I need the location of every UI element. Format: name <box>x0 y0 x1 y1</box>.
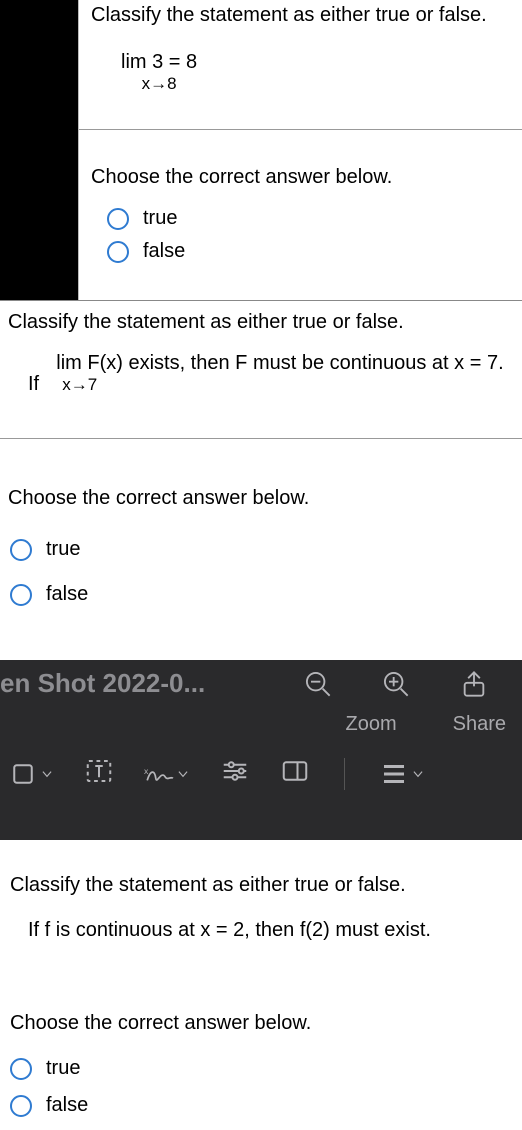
question-card-1: Classify the statement as either true or… <box>78 0 522 300</box>
stmt-top: lim F(x) exists, then F must be continuo… <box>56 352 503 375</box>
limit-expression: lim 3 = 8 x→8 <box>79 39 522 95</box>
signature-icon: x <box>144 759 174 789</box>
crop-icon <box>8 759 38 789</box>
separator <box>344 758 345 790</box>
chevron-down-icon <box>40 767 54 781</box>
limit-top: lim 3 = 8 <box>121 51 197 74</box>
statement: If f is continuous at x = 2, then f(2) m… <box>0 907 522 942</box>
radio-icon <box>107 241 129 263</box>
radio-icon <box>10 1095 32 1117</box>
zoom-label: Zoom <box>346 713 397 736</box>
share-button[interactable] <box>460 670 488 703</box>
signature-menu-button[interactable]: x <box>144 759 190 789</box>
limit-sub: x→8 <box>121 74 197 94</box>
question-card-2: Classify the statement as either true or… <box>0 300 522 660</box>
viewer-labels: Zoom Share <box>0 713 522 736</box>
adjust-tool-button[interactable] <box>220 756 250 791</box>
option-label: false <box>143 240 185 263</box>
option-true[interactable]: true <box>10 1057 522 1080</box>
zoom-in-icon <box>382 670 410 698</box>
option-label: false <box>46 1094 88 1117</box>
options-group: true false <box>79 207 522 263</box>
option-false[interactable]: false <box>107 240 522 263</box>
share-icon <box>460 670 488 698</box>
stmt-sub: x→7 <box>56 375 503 395</box>
question-prompt: Classify the statement as either true or… <box>0 870 522 907</box>
option-false[interactable]: false <box>10 1094 522 1117</box>
crop-menu-button[interactable] <box>8 759 54 789</box>
answer-prompt: Choose the correct answer below. <box>0 439 522 528</box>
statement: If lim F(x) exists, then F must be conti… <box>0 340 522 396</box>
layout-tool-button[interactable] <box>280 756 310 791</box>
hamburger-icon <box>379 759 409 789</box>
svg-text:x: x <box>144 766 149 776</box>
options-group: true false <box>0 1051 522 1117</box>
zoom-in-button[interactable] <box>382 670 410 703</box>
sidebar-icon <box>280 756 310 786</box>
answer-prompt: Choose the correct answer below. <box>79 130 522 207</box>
question-card-3: Classify the statement as either true or… <box>0 840 522 1130</box>
stmt-prefix: If <box>28 373 39 395</box>
option-true[interactable]: true <box>107 207 522 230</box>
option-label: true <box>46 1057 80 1080</box>
option-true[interactable]: true <box>10 538 522 561</box>
text-box-icon <box>84 756 114 786</box>
question-prompt: Classify the statement as either true or… <box>79 0 522 39</box>
option-label: false <box>46 583 88 606</box>
zoom-out-button[interactable] <box>304 670 332 703</box>
viewer-toolbar: en Shot 2022-0... Zoom Share <box>0 660 522 840</box>
radio-icon <box>10 1058 32 1080</box>
sliders-icon <box>220 756 250 786</box>
menu-button[interactable] <box>379 759 425 789</box>
share-label: Share <box>453 713 506 736</box>
zoom-out-icon <box>304 670 332 698</box>
text-tool-button[interactable] <box>84 756 114 791</box>
chevron-down-icon <box>176 767 190 781</box>
radio-icon <box>10 584 32 606</box>
option-false[interactable]: false <box>10 583 522 606</box>
radio-icon <box>107 208 129 230</box>
option-label: true <box>46 538 80 561</box>
radio-icon <box>10 539 32 561</box>
option-label: true <box>143 207 177 230</box>
chevron-down-icon <box>411 767 425 781</box>
file-title: en Shot 2022-0... <box>0 668 304 699</box>
answer-prompt: Choose the correct answer below. <box>0 942 522 1051</box>
options-group: true false <box>0 528 522 606</box>
question-prompt: Classify the statement as either true or… <box>0 301 522 340</box>
